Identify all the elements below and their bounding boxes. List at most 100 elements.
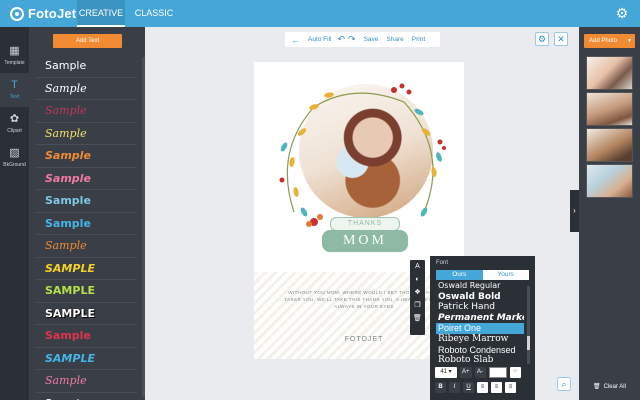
close-icon[interactable]: ✕ bbox=[554, 32, 568, 46]
text-sample-item[interactable]: Sample bbox=[36, 190, 137, 213]
canvas-workarea: ← Auto Fill ↶ ↷ Save Share Print ⚙ ✕ THA… bbox=[145, 27, 579, 400]
add-text-button[interactable]: Add Text bbox=[53, 34, 122, 48]
text-sample-item[interactable]: Sample bbox=[36, 213, 137, 235]
underline-button[interactable]: U bbox=[463, 382, 474, 393]
redo-icon[interactable]: ↷ bbox=[348, 34, 356, 45]
element-tool-strip: A ◐ ❖ ❐ 🗑 bbox=[410, 260, 425, 335]
rail-label-background: BkGround bbox=[3, 162, 26, 168]
photo-thumbnail[interactable] bbox=[586, 164, 633, 198]
font-list-item[interactable]: Roboto Slab bbox=[436, 355, 524, 364]
delete-icon[interactable]: 🗑 bbox=[410, 312, 425, 325]
text-sample-item[interactable]: SAMPLE bbox=[36, 348, 137, 370]
rail-label-clipart: Clipart bbox=[7, 128, 22, 134]
font-size-select[interactable]: 41 ▾ bbox=[435, 367, 457, 378]
rail-label-template: Template bbox=[4, 60, 25, 66]
font-source-tabs: Ours Yours bbox=[436, 270, 529, 280]
text-sample-item[interactable]: Sample bbox=[36, 393, 137, 400]
tab-yours[interactable]: Yours bbox=[482, 270, 529, 280]
font-size-value: 41 bbox=[440, 369, 447, 375]
text-sample-item[interactable]: Sample bbox=[36, 78, 137, 100]
text-sample-item[interactable]: Sample bbox=[36, 168, 137, 190]
trash-icon: 🗑 bbox=[593, 384, 601, 390]
font-list: Oswald Regular Oswald Bold Patrick Hand Per… bbox=[436, 281, 524, 364]
top-bar: FotoJet CREATIVE CLASSIC ⚙ bbox=[0, 0, 640, 27]
clear-all-button[interactable]: 🗑 Clear All bbox=[593, 383, 626, 391]
print-button[interactable]: Print bbox=[412, 36, 425, 43]
font-list-item[interactable]: Ribeye Marrow bbox=[436, 334, 524, 345]
font-list-scroll-thumb[interactable] bbox=[527, 336, 530, 350]
font-size-up-button[interactable]: A+ bbox=[460, 367, 472, 378]
background-icon: ▨ bbox=[9, 147, 20, 159]
layer-icon[interactable]: ❖ bbox=[410, 286, 425, 299]
share-button[interactable]: Share bbox=[386, 36, 403, 43]
text-sample-item[interactable]: Sample bbox=[36, 370, 137, 393]
text-sample-item[interactable]: SAMPLE bbox=[36, 280, 137, 303]
banner-subtitle: THANKS bbox=[330, 217, 400, 231]
photo-thumbnail[interactable] bbox=[586, 92, 633, 126]
tab-ours[interactable]: Ours bbox=[436, 270, 483, 280]
app-logo[interactable]: FotoJet bbox=[10, 5, 76, 22]
left-tool-rail: ▦ Template T Text ✿ Clipart ▨ BkGround bbox=[0, 27, 29, 400]
font-list-item[interactable]: Patrick Hand bbox=[436, 302, 524, 313]
auto-fill-button[interactable]: Auto Fill bbox=[308, 36, 331, 43]
italic-button[interactable]: I bbox=[449, 382, 460, 393]
align-left-icon[interactable]: ≡ bbox=[477, 382, 488, 393]
mom-banner[interactable]: THANKS MOM bbox=[322, 217, 408, 259]
undo-icon[interactable]: ↶ bbox=[337, 34, 345, 45]
clipart-icon: ✿ bbox=[9, 113, 20, 125]
text-sample-item[interactable]: Sample bbox=[36, 145, 137, 168]
text-sample-item[interactable]: Sample bbox=[36, 325, 137, 348]
font-list-item[interactable]: Roboto Condensed bbox=[436, 345, 524, 356]
text-icon: T bbox=[11, 79, 18, 91]
font-panel-title: Font bbox=[436, 260, 449, 266]
banner-title: MOM bbox=[322, 230, 408, 252]
font-list-item[interactable]: Poiret One bbox=[436, 323, 524, 334]
rail-item-text[interactable]: T Text bbox=[0, 73, 29, 107]
add-photo-button[interactable]: Add Photo ▾ bbox=[584, 34, 635, 48]
opacity-icon[interactable]: ◐ bbox=[410, 273, 425, 286]
tab-creative[interactable]: CREATIVE bbox=[77, 0, 125, 27]
photo-thumbnail[interactable] bbox=[586, 56, 633, 90]
text-sample-item[interactable]: SAMPLE bbox=[36, 303, 137, 325]
font-panel: Font Ours Yours Oswald Regular Oswald Bol… bbox=[430, 256, 535, 400]
canvas-settings-gear-icon[interactable]: ⚙ bbox=[535, 32, 549, 46]
text-sample-item[interactable]: Sample bbox=[36, 55, 137, 78]
text-tool-icon[interactable]: A bbox=[410, 260, 425, 273]
settings-gear-icon[interactable]: ⚙ bbox=[614, 5, 630, 21]
zoom-icon[interactable]: ⌕ bbox=[557, 377, 571, 391]
edit-toolbar: ← Auto Fill ↶ ↷ Save Share Print bbox=[285, 32, 440, 47]
rail-item-background[interactable]: ▨ BkGround bbox=[0, 141, 29, 175]
font-list-item[interactable]: Oswald Regular bbox=[436, 281, 524, 292]
text-sample-item[interactable]: Sample bbox=[36, 123, 137, 145]
font-list-item[interactable]: Oswald Bold bbox=[436, 292, 524, 303]
card-brand[interactable]: FOTOJET bbox=[284, 336, 444, 343]
font-list-item[interactable]: Permanent Marker bbox=[436, 313, 524, 324]
template-icon: ▦ bbox=[9, 45, 20, 57]
photo-thumbnail[interactable] bbox=[586, 128, 633, 162]
color-picker-icon[interactable]: ⁘ bbox=[509, 367, 521, 378]
tab-classic[interactable]: CLASSIC bbox=[131, 0, 177, 27]
rail-item-template[interactable]: ▦ Template bbox=[0, 39, 29, 73]
bold-button[interactable]: B bbox=[435, 382, 446, 393]
font-size-controls: 41 ▾ A+ A- ⁘ bbox=[435, 367, 521, 378]
text-sample-item[interactable]: SAMPLE bbox=[36, 258, 137, 280]
align-center-icon[interactable]: ≡ bbox=[491, 382, 502, 393]
font-color-swatch[interactable] bbox=[488, 367, 507, 378]
fotojet-logo-icon bbox=[10, 6, 24, 21]
save-button[interactable]: Save bbox=[364, 36, 379, 43]
rail-label-text: Text bbox=[9, 94, 20, 100]
font-list-scrollbar[interactable] bbox=[527, 286, 530, 364]
back-arrow-icon[interactable]: ← bbox=[291, 35, 300, 45]
text-sample-item[interactable]: Sample bbox=[36, 235, 137, 258]
photo-panel: Add Photo ▾ 🗑 Clear All bbox=[579, 27, 640, 400]
text-sample-item[interactable]: Sample bbox=[36, 100, 137, 123]
duplicate-icon[interactable]: ❐ bbox=[410, 299, 425, 312]
clear-all-label: Clear All bbox=[603, 383, 626, 390]
rail-item-clipart[interactable]: ✿ Clipart bbox=[0, 107, 29, 141]
font-style-controls: B I U ≡ ≡ ≡ bbox=[435, 382, 516, 393]
font-size-down-button[interactable]: A- bbox=[474, 367, 486, 378]
align-right-icon[interactable]: ≡ bbox=[505, 382, 516, 393]
add-photo-label: Add Photo bbox=[589, 38, 618, 44]
collapse-right-panel-chevron-icon[interactable]: › bbox=[570, 190, 579, 232]
app-name: FotoJet bbox=[28, 6, 77, 21]
